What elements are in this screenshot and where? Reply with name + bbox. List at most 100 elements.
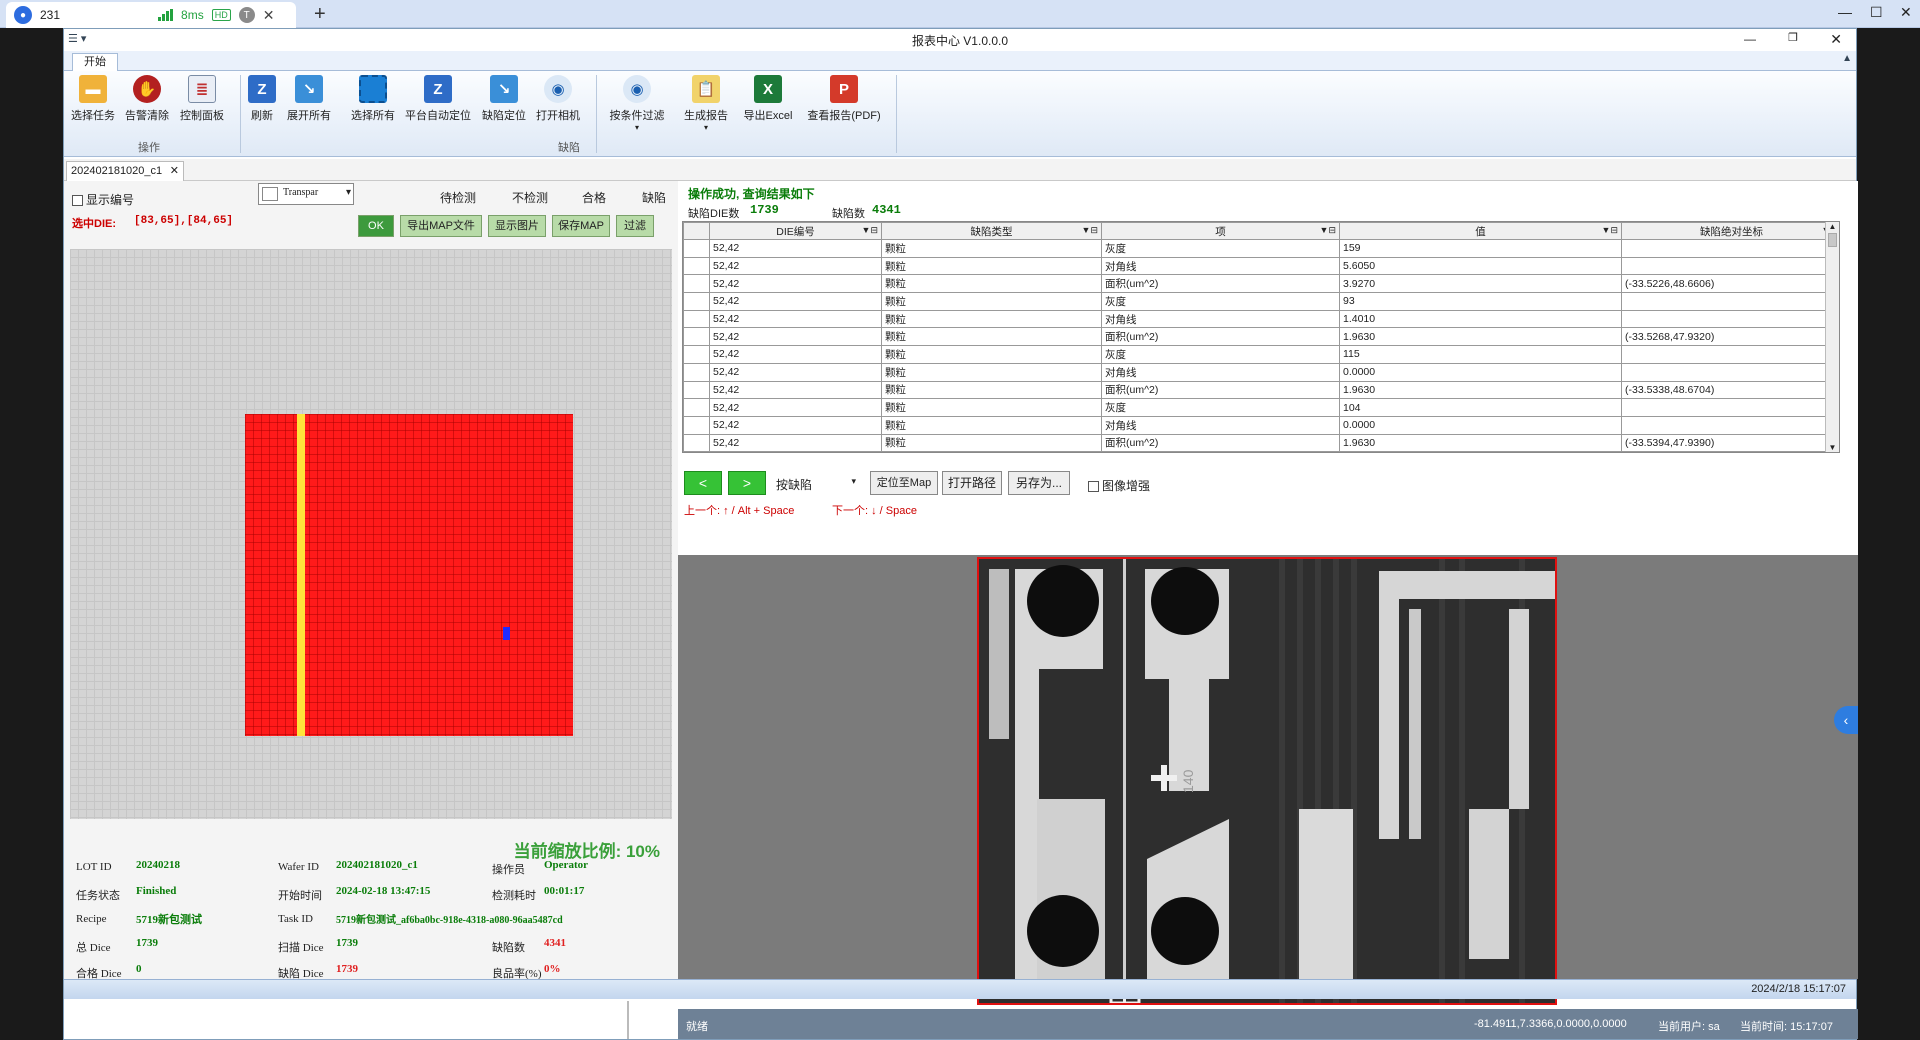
table-cell[interactable]: 颗粒 [881,362,1102,382]
column-header[interactable]: 项 ▼⊟ [1101,222,1340,240]
table-cell[interactable]: 颗粒 [881,415,1102,435]
table-cell[interactable]: 对角线 [1101,309,1340,329]
table-cell[interactable]: 52,42 [709,256,882,276]
app-minimize-icon[interactable]: — [1744,32,1756,46]
remote-session-tab[interactable]: ● 231 8ms HD T ✕ [6,2,296,28]
table-cell[interactable] [1621,309,1839,329]
table-cell[interactable] [1621,362,1839,382]
column-header[interactable]: DIE编号 ▼⊟ [709,222,882,240]
sort-mode-select[interactable]: 按缺陷 ▾ [772,473,858,495]
filter-icon[interactable]: ▼⊟ [1320,225,1336,236]
table-cell[interactable]: 52,42 [709,345,882,364]
table-cell[interactable]: 对角线 [1101,256,1340,276]
table-cell[interactable]: 52,42 [709,362,882,382]
open-path-button[interactable]: 打开路径 [942,471,1002,495]
table-row[interactable]: 52,42 颗粒 对角线 5.6050 [683,256,1839,276]
table-cell[interactable]: 52,42 [709,274,882,294]
table-row[interactable]: 52,42 颗粒 面积(um^2) 1.9630 (-33.5268,47.9320) [683,327,1839,347]
defect-table[interactable]: DIE编号▼⊟ 缺陷类型▼⊟ 项▼⊟ 值▼⊟ 缺陷绝对坐标▼⊟ 52,42颗粒灰… [682,221,1840,453]
table-row[interactable]: 52,42 颗粒 灰度 115 [683,345,1839,364]
table-cell[interactable]: 对角线 [1101,362,1340,382]
next-defect-button[interactable]: > [728,471,766,495]
table-row[interactable]: 52,42 颗粒 对角线 1.4010 [683,309,1839,329]
table-cell[interactable]: 52,42 [709,327,882,347]
scroll-thumb[interactable] [1828,233,1837,247]
table-cell[interactable]: 52,42 [709,309,882,329]
table-cell[interactable] [1621,256,1839,276]
refresh-button[interactable]: Z 刷新 [242,75,282,123]
table-cell[interactable]: 灰度 [1101,345,1340,364]
table-scrollbar[interactable]: ▲ ▼ [1825,222,1839,452]
table-cell[interactable]: 颗粒 [881,327,1102,347]
column-header[interactable]: 缺陷类型 ▼⊟ [881,222,1102,240]
table-cell[interactable]: 104 [1339,398,1622,417]
open-camera-button[interactable]: ◉ 打开相机 [532,75,584,123]
clear-alarm-button[interactable]: ✋ 告警清除 [122,75,172,123]
ok-button[interactable]: OK [358,215,394,237]
table-cell[interactable]: 52,42 [709,415,882,435]
minimize-icon[interactable]: — [1838,4,1852,20]
table-row[interactable]: 52,42 颗粒 灰度 104 [683,398,1839,417]
table-cell[interactable]: 93 [1339,292,1622,311]
table-cell[interactable] [1621,292,1839,311]
row-selector[interactable] [683,433,710,452]
column-header[interactable]: 值 ▼⊟ [1339,222,1622,240]
table-cell[interactable]: 面积(um^2) [1101,380,1340,400]
prev-defect-button[interactable]: < [684,471,722,495]
document-tab[interactable]: 202402181020_c1 ✕ [66,161,184,181]
table-cell[interactable]: 颗粒 [881,292,1102,311]
defect-locate-button[interactable]: ↘ 缺陷定位 [478,75,530,123]
splitter[interactable] [627,1001,629,1039]
select-task-button[interactable]: ▬ 选择任务 [68,75,118,123]
table-cell[interactable] [1621,239,1839,258]
locate-to-map-button[interactable]: 定位至Map [870,471,938,495]
table-cell[interactable] [1621,345,1839,364]
table-cell[interactable]: 灰度 [1101,398,1340,417]
filter-button[interactable]: 过滤 [616,215,654,237]
table-cell[interactable]: 52,42 [709,239,882,258]
app-restore-icon[interactable]: ❐ [1788,31,1798,44]
table-cell[interactable]: 52,42 [709,433,882,452]
table-cell[interactable]: 颗粒 [881,309,1102,329]
table-cell[interactable]: 3.9270 [1339,274,1622,294]
table-cell[interactable]: 颗粒 [881,345,1102,364]
column-header[interactable]: 缺陷绝对坐标▼⊟ [1621,222,1839,240]
table-cell[interactable]: 颗粒 [881,433,1102,452]
table-cell[interactable]: 1.4010 [1339,309,1622,329]
table-cell[interactable]: 面积(um^2) [1101,433,1340,452]
view-pdf-report-button[interactable]: P 查看报告(PDF) [804,75,884,123]
table-row[interactable]: 52,42 颗粒 灰度 93 [683,292,1839,311]
table-cell[interactable]: 0.0000 [1339,415,1622,435]
table-cell[interactable]: 颗粒 [881,380,1102,400]
table-cell[interactable]: 52,42 [709,398,882,417]
row-selector[interactable] [683,327,710,347]
table-cell[interactable]: 52,42 [709,292,882,311]
row-selector[interactable] [683,415,710,435]
show-id-checkbox[interactable]: 显示编号 [72,191,134,208]
checkbox-box[interactable] [72,195,83,207]
wafer-die-grid[interactable] [245,414,573,736]
table-cell[interactable]: 52,42 [709,380,882,400]
close-tab-icon[interactable]: ✕ [263,7,275,24]
table-cell[interactable]: 对角线 [1101,415,1340,435]
table-cell[interactable]: 颗粒 [881,256,1102,276]
row-selector[interactable] [683,292,710,311]
table-cell[interactable]: 面积(um^2) [1101,274,1340,294]
table-cell[interactable] [1621,415,1839,435]
table-cell[interactable]: 1.9630 [1339,433,1622,452]
close-document-icon[interactable]: ✕ [170,164,179,177]
tab-start[interactable]: 开始 [72,53,118,72]
transparency-select[interactable]: Transpar ▾ [258,183,354,205]
checkbox-box[interactable] [1088,481,1099,493]
table-row[interactable]: 52,42 颗粒 对角线 0.0000 [683,415,1839,435]
app-close-icon[interactable]: ✕ [1830,31,1842,48]
row-selector[interactable] [683,345,710,364]
close-icon[interactable]: ✕ [1900,4,1912,21]
table-cell[interactable]: 灰度 [1101,292,1340,311]
collapse-ribbon-icon[interactable]: ▲ [1842,53,1852,64]
export-map-button[interactable]: 导出MAP文件 [400,215,482,237]
table-cell[interactable]: (-33.5338,48.6704) [1621,380,1839,400]
scroll-down-icon[interactable]: ▼ [1826,443,1839,452]
row-selector[interactable] [683,256,710,276]
row-selector[interactable] [683,398,710,417]
